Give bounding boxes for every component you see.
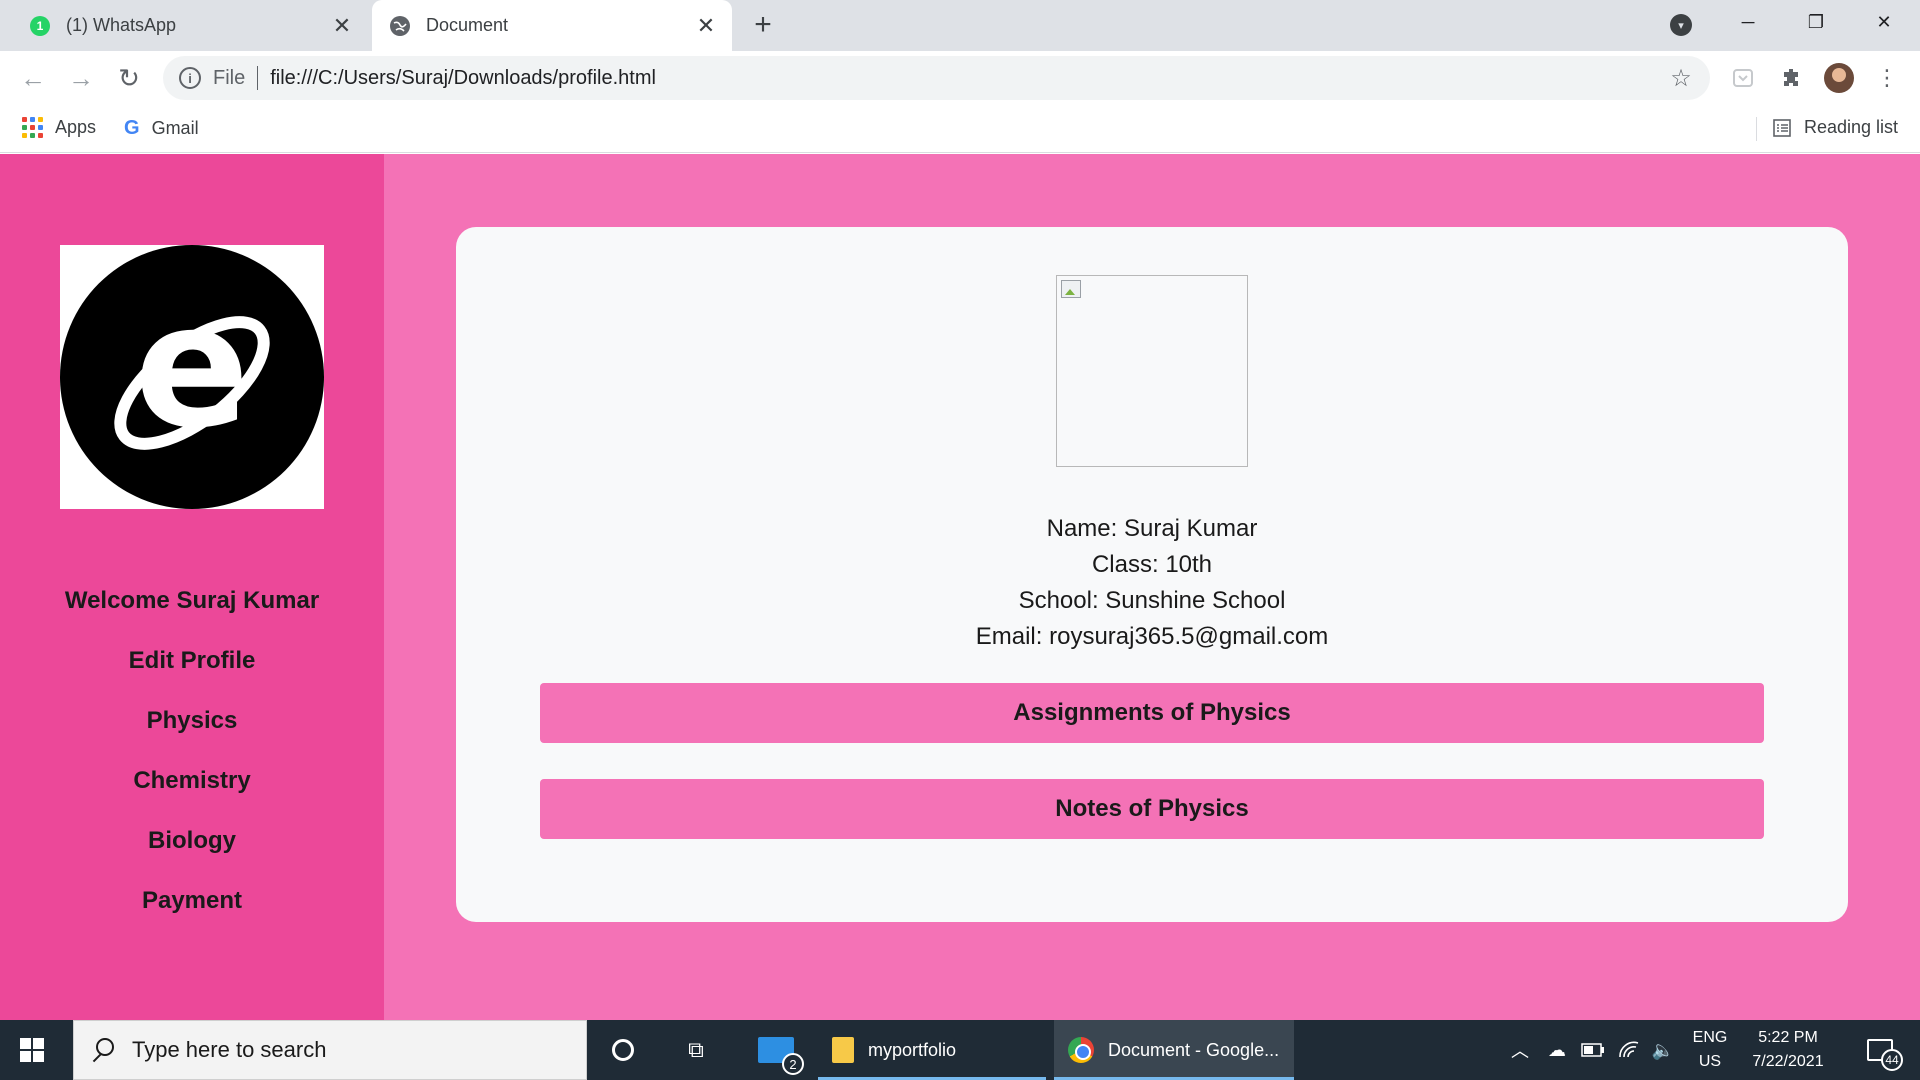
reading-list-icon	[1773, 118, 1791, 137]
search-icon	[90, 1038, 114, 1062]
language-code: ENG	[1692, 1029, 1728, 1046]
reading-list-button[interactable]: Reading list	[1772, 117, 1898, 138]
bookmark-label: Gmail	[151, 118, 199, 138]
sidebar: e Welcome Suraj Kumar Edit Profile Physi…	[0, 154, 384, 1020]
assignments-button[interactable]: Assignments of Physics	[540, 683, 1764, 743]
language-region: US	[1698, 1053, 1722, 1070]
bookmarks-divider	[1756, 117, 1757, 141]
profile-school: School: Sunshine School	[1018, 587, 1286, 614]
mail-badge: 2	[782, 1053, 804, 1075]
bookmark-apps[interactable]: Apps	[22, 117, 96, 138]
chrome-icon	[1068, 1037, 1094, 1063]
language-indicator[interactable]: ENG US	[1682, 1020, 1738, 1080]
tab-title: (1) WhatsApp	[66, 15, 177, 35]
back-arrow-icon[interactable]: ←	[16, 61, 50, 95]
taskbar-app-label: myportfolio	[868, 1039, 957, 1060]
chevron-up-icon[interactable]: ︿	[1506, 1020, 1534, 1080]
notes-button[interactable]: Notes of Physics	[540, 779, 1764, 839]
tab-whatsapp[interactable]: 1 (1) WhatsApp ✕	[12, 0, 368, 51]
close-icon[interactable]: ✕	[694, 13, 718, 38]
tab-search-icon[interactable]: ▾	[1670, 14, 1692, 36]
bookmark-gmail[interactable]: G Gmail	[124, 117, 199, 140]
volume-icon[interactable]: 🔈	[1648, 1020, 1678, 1080]
extension-pocket-icon[interactable]	[1728, 63, 1758, 93]
reading-list-label: Reading list	[1804, 117, 1899, 137]
windows-taskbar: Type here to search ⧉ 2 myportfolio Docu…	[0, 1020, 1920, 1080]
taskbar-search-input[interactable]: Type here to search	[73, 1020, 587, 1080]
broken-image-icon	[1061, 280, 1081, 298]
profile-details: Name: Suraj Kumar Class: 10th School: Su…	[456, 511, 1848, 655]
omnibox-divider	[257, 66, 259, 90]
taskbar-clock[interactable]: 5:22 PM 7/22/2021	[1740, 1020, 1836, 1080]
globe-icon	[390, 15, 410, 36]
taskbar-app-chrome[interactable]: Document - Google...	[1054, 1020, 1294, 1080]
battery-icon[interactable]	[1578, 1020, 1608, 1080]
google-icon: G	[124, 117, 140, 139]
window-close-icon[interactable]: ✕	[1856, 0, 1912, 44]
sidebar-item-payment[interactable]: Payment	[0, 871, 384, 931]
address-bar[interactable]: i File file:///C:/Users/Suraj/Downloads/…	[163, 56, 1710, 100]
profile-class: Class: 10th	[1091, 551, 1213, 578]
internet-explorer-logo: e	[60, 245, 324, 509]
tab-title: Document	[426, 15, 509, 35]
restore-icon[interactable]: ❐	[1788, 0, 1844, 44]
cortana-icon[interactable]	[608, 1020, 638, 1080]
profile-photo	[1056, 275, 1248, 467]
taskbar-app-label: Document - Google...	[1108, 1039, 1280, 1060]
reload-icon[interactable]: ↻	[112, 61, 146, 95]
onedrive-cloud-icon[interactable]: ☁	[1542, 1020, 1572, 1080]
whatsapp-icon: 1	[30, 15, 50, 36]
site-info-icon[interactable]: i	[179, 67, 201, 89]
bookmark-star-icon[interactable]: ☆	[1666, 64, 1696, 93]
folder-icon	[832, 1037, 854, 1063]
new-tab-button[interactable]: +	[748, 10, 778, 40]
taskbar-app-myportfolio[interactable]: myportfolio	[818, 1020, 1046, 1080]
notifications-icon[interactable]: 44	[1856, 1020, 1904, 1080]
browser-tab-strip: 1 (1) WhatsApp ✕ Document ✕ + ▾ ─ ❐ ✕	[0, 0, 1920, 51]
bookmark-label: Apps	[55, 117, 97, 137]
profile-page: e Welcome Suraj Kumar Edit Profile Physi…	[0, 154, 1920, 1020]
apps-grid-icon	[22, 117, 43, 138]
url-scheme: File	[213, 66, 246, 89]
clock-time: 5:22 PM	[1758, 1029, 1818, 1046]
sidebar-item-welcome[interactable]: Welcome Suraj Kumar	[0, 571, 384, 631]
search-placeholder: Type here to search	[132, 1037, 327, 1062]
minimize-icon[interactable]: ─	[1720, 0, 1776, 44]
sidebar-nav: Welcome Suraj Kumar Edit Profile Physics…	[0, 571, 384, 931]
chrome-menu-icon[interactable]: ⋮	[1872, 63, 1902, 93]
notification-count: 44	[1881, 1049, 1903, 1071]
sidebar-item-biology[interactable]: Biology	[0, 811, 384, 871]
bookmarks-bar: Apps G Gmail Reading list	[0, 105, 1920, 153]
sidebar-item-physics[interactable]: Physics	[0, 691, 384, 751]
task-view-icon[interactable]: ⧉	[680, 1020, 712, 1080]
forward-arrow-icon[interactable]: →	[64, 61, 98, 95]
url-text[interactable]: file:///C:/Users/Suraj/Downloads/profile…	[270, 67, 1666, 90]
profile-card: Name: Suraj Kumar Class: 10th School: Su…	[456, 227, 1848, 922]
profile-avatar-icon[interactable]	[1824, 63, 1854, 93]
windows-start-icon[interactable]	[20, 1038, 44, 1062]
profile-name: Name: Suraj Kumar	[1046, 515, 1258, 542]
svg-text:e: e	[134, 268, 249, 466]
clock-date: 7/22/2021	[1752, 1053, 1824, 1070]
close-icon[interactable]: ✕	[330, 13, 354, 38]
sidebar-item-chemistry[interactable]: Chemistry	[0, 751, 384, 811]
extensions-puzzle-icon[interactable]	[1776, 63, 1806, 93]
browser-toolbar: ← → ↻ i File file:///C:/Users/Suraj/Down…	[0, 51, 1920, 105]
profile-email: Email: roysuraj365.5@gmail.com	[975, 623, 1329, 650]
sidebar-item-edit-profile[interactable]: Edit Profile	[0, 631, 384, 691]
wifi-icon[interactable]	[1614, 1020, 1644, 1080]
tab-document[interactable]: Document ✕	[372, 0, 732, 51]
mail-app-icon[interactable]: 2	[752, 1020, 804, 1080]
